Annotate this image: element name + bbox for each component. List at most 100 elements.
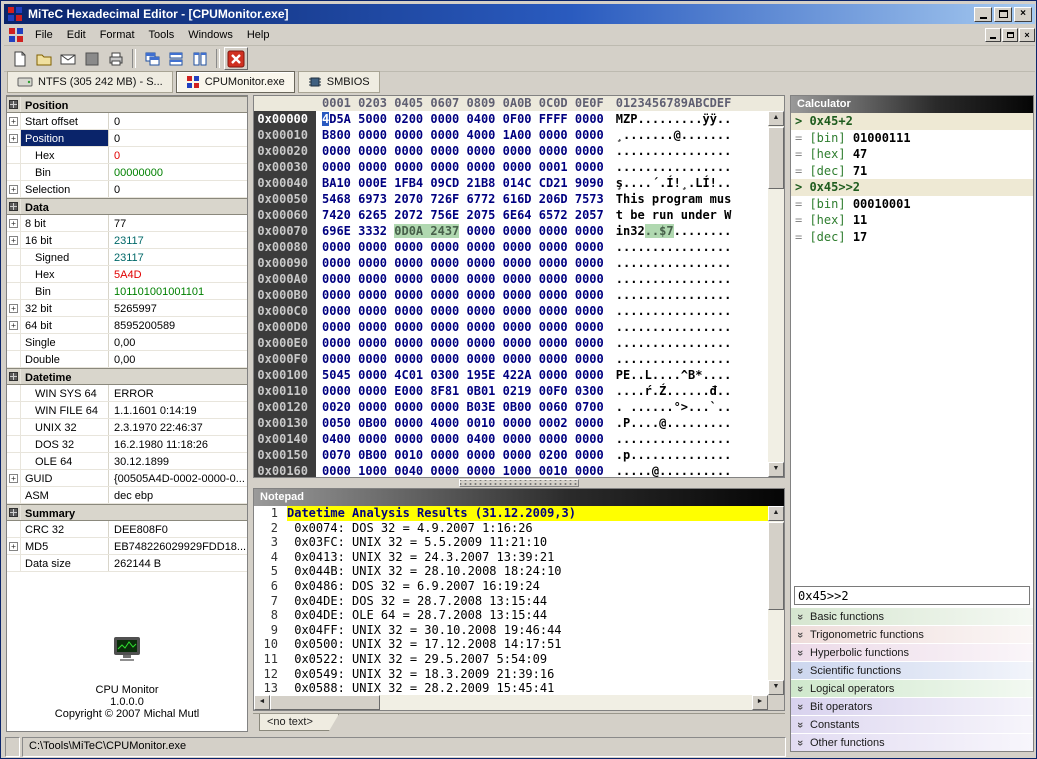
property-section-data[interactable]: Data [7, 198, 247, 215]
hex-ascii[interactable]: ................ [616, 431, 732, 447]
expander-icon[interactable]: + [7, 470, 21, 486]
hex-vscrollbar[interactable]: ▲ ▼ [768, 111, 784, 477]
property-row-16-bit[interactable]: +16 bit23117 [7, 232, 247, 249]
hex-row-0x00070[interactable]: 0x00070696E 3332 0D0A 2437 0000 0000 000… [254, 223, 784, 239]
menu-help[interactable]: Help [240, 27, 277, 43]
hex-row-0x00160[interactable]: 0x001600000 1000 0040 0000 0000 1000 001… [254, 463, 784, 478]
property-row-hex[interactable]: Hex0 [7, 147, 247, 164]
notepad-line-12[interactable]: 12 0x0549: UNIX 32 = 18.3.2009 21:39:16 [254, 667, 768, 682]
tile-vertical-button[interactable] [188, 47, 212, 70]
notepad-line-4[interactable]: 4 0x0413: UNIX 32 = 24.3.2007 13:39:21 [254, 550, 768, 565]
calc-category-scientific-functions[interactable]: »Scientific functions [791, 661, 1033, 679]
hex-ascii[interactable]: ş....´.Í!¸.LÍ!.. [616, 175, 732, 191]
property-row-win-file-64[interactable]: WIN FILE 641.1.1601 0:14:19 [7, 402, 247, 419]
title-bar[interactable]: MiTeC Hexadecimal Editor - [CPUMonitor.e… [4, 4, 1035, 24]
calc-category-hyperbolic-functions[interactable]: »Hyperbolic functions [791, 643, 1033, 661]
close-file-button[interactable] [224, 47, 248, 70]
mail-button[interactable] [56, 47, 80, 70]
hex-row-0x00130[interactable]: 0x001300050 0B00 0000 4000 0010 0000 000… [254, 415, 784, 431]
hex-row-0x00150[interactable]: 0x001500070 0B00 0010 0000 0000 0000 020… [254, 447, 784, 463]
new-file-button[interactable] [8, 47, 32, 70]
hex-bytes[interactable]: 5045 0000 4C01 0300 195E 422A 0000 0000 [316, 367, 604, 383]
hex-ascii[interactable]: t be run under W [616, 207, 732, 223]
tile-horizontal-button[interactable] [164, 47, 188, 70]
property-row-8-bit[interactable]: +8 bit77 [7, 215, 247, 232]
hex-bytes[interactable]: 5468 6973 2070 726F 6772 616D 206D 7573 [316, 191, 604, 207]
notepad-line-6[interactable]: 6 0x0486: DOS 32 = 6.9.2007 16:19:24 [254, 579, 768, 594]
calc-category-other-functions[interactable]: »Other functions [791, 733, 1033, 751]
property-row-guid[interactable]: +GUID{00505A4D-0002-0000-0... [7, 470, 247, 487]
expander-icon[interactable]: + [7, 300, 21, 316]
expander-icon[interactable]: + [7, 181, 21, 197]
hex-bytes[interactable]: 0000 0000 0000 0000 0000 0000 0000 0000 [316, 303, 604, 319]
calc-query[interactable]: > 0x45>>2 [791, 179, 1033, 196]
hex-row-0x00100[interactable]: 0x001005045 0000 4C01 0300 195E 422A 000… [254, 367, 784, 383]
hex-row-0x00030[interactable]: 0x000300000 0000 0000 0000 0000 0000 000… [254, 159, 784, 175]
hex-ascii[interactable]: MZP.........ÿÿ.. [616, 111, 732, 127]
property-row-signed[interactable]: Signed23117 [7, 249, 247, 266]
property-row-md5[interactable]: +MD5EB748226029929FDD18... [7, 538, 247, 555]
notepad-hscrollbar[interactable]: ◄ ► [254, 695, 768, 710]
hex-row-0x00110[interactable]: 0x001100000 0000 E000 8F81 0B01 0219 00F… [254, 383, 784, 399]
scroll-down-icon[interactable]: ▼ [768, 462, 784, 477]
property-row-crc-32[interactable]: CRC 32DEE808F0 [7, 521, 247, 538]
calc-result[interactable]: = [hex] 11 [791, 212, 1033, 229]
open-file-button[interactable] [32, 47, 56, 70]
property-row-single[interactable]: Single0,00 [7, 334, 247, 351]
hex-ascii[interactable]: This program mus [616, 191, 732, 207]
hex-row-0x00020[interactable]: 0x000200000 0000 0000 0000 0000 0000 000… [254, 143, 784, 159]
expander-icon[interactable]: + [7, 232, 21, 248]
scroll-up-icon[interactable]: ▲ [768, 506, 784, 521]
expander-icon[interactable]: + [7, 130, 21, 146]
calc-result[interactable]: = [hex] 47 [791, 146, 1033, 163]
hex-row-0x00080[interactable]: 0x000800000 0000 0000 0000 0000 0000 000… [254, 239, 784, 255]
notepad-line-11[interactable]: 11 0x0522: UNIX 32 = 29.5.2007 5:54:09 [254, 652, 768, 667]
property-row-bin[interactable]: Bin00000000 [7, 164, 247, 181]
property-row-selection[interactable]: +Selection0 [7, 181, 247, 198]
property-row-unix-32[interactable]: UNIX 322.3.1970 22:46:37 [7, 419, 247, 436]
hex-bytes[interactable]: 0000 0000 0000 0000 0000 0000 0000 0000 [316, 255, 604, 271]
tab-ntfs[interactable]: NTFS (305 242 MB) - S... [7, 71, 173, 93]
hex-bytes[interactable]: 7420 6265 2072 756E 2075 6E64 6572 2057 [316, 207, 604, 223]
hex-bytes[interactable]: 0000 0000 0000 0000 0000 0000 0000 0000 [316, 271, 604, 287]
property-row-start-offset[interactable]: +Start offset0 [7, 113, 247, 130]
hex-row-0x00050[interactable]: 0x000505468 6973 2070 726F 6772 616D 206… [254, 191, 784, 207]
scroll-thumb[interactable] [768, 522, 784, 610]
notepad-line-9[interactable]: 9 0x04FF: UNIX 32 = 30.10.2008 19:46:44 [254, 623, 768, 638]
hex-ascii[interactable]: ................ [616, 159, 732, 175]
hex-bytes[interactable]: 696E 3332 0D0A 2437 0000 0000 0000 0000 [316, 223, 604, 239]
print-button[interactable] [104, 47, 128, 70]
notepad-line-8[interactable]: 8 0x04DE: OLE 64 = 28.7.2008 13:15:44 [254, 608, 768, 623]
hex-row-0x000B0[interactable]: 0x000B00000 0000 0000 0000 0000 0000 000… [254, 287, 784, 303]
hex-ascii[interactable]: ................ [616, 319, 732, 335]
hex-ascii[interactable]: .....@.......... [616, 463, 732, 478]
hex-row-0x00000[interactable]: 0x000004D5A 5000 0200 0000 0400 0F00 FFF… [254, 111, 784, 127]
menu-file[interactable]: File [28, 27, 60, 43]
tab-cpumonitor[interactable]: CPUMonitor.exe [176, 71, 295, 93]
expander-icon[interactable]: + [7, 538, 21, 554]
property-section-position[interactable]: Position [7, 96, 247, 113]
scroll-left-icon[interactable]: ◄ [254, 695, 270, 710]
hex-row-0x000C0[interactable]: 0x000C00000 0000 0000 0000 0000 0000 000… [254, 303, 784, 319]
hex-ascii[interactable]: ................ [616, 271, 732, 287]
tab-smbios[interactable]: SMBIOS [298, 71, 380, 93]
property-row-asm[interactable]: ASMdec ebp [7, 487, 247, 504]
hex-bytes[interactable]: 0020 0000 0000 0000 B03E 0B00 0060 0700 [316, 399, 604, 415]
splitter-handle[interactable] [459, 479, 579, 487]
hex-ascii[interactable]: ................ [616, 239, 732, 255]
hex-row-0x00140[interactable]: 0x001400400 0000 0000 0000 0400 0000 000… [254, 431, 784, 447]
hex-row-0x000F0[interactable]: 0x000F00000 0000 0000 0000 0000 0000 000… [254, 351, 784, 367]
close-button[interactable]: × [1014, 7, 1032, 22]
scroll-thumb[interactable] [270, 695, 380, 710]
mdi-close-button[interactable]: × [1019, 28, 1035, 42]
menu-edit[interactable]: Edit [60, 27, 93, 43]
property-row-hex[interactable]: Hex5A4D [7, 266, 247, 283]
property-section-datetime[interactable]: Datetime [7, 368, 247, 385]
property-section-summary[interactable]: Summary [7, 504, 247, 521]
scroll-up-icon[interactable]: ▲ [768, 111, 784, 126]
calc-result[interactable]: = [dec] 71 [791, 163, 1033, 180]
hex-bytes[interactable]: BA10 000E 1FB4 09CD 21B8 014C CD21 9090 [316, 175, 604, 191]
hex-ascii[interactable]: ................ [616, 287, 732, 303]
property-row-bin[interactable]: Bin101101001001101 [7, 283, 247, 300]
hex-row-0x000A0[interactable]: 0x000A00000 0000 0000 0000 0000 0000 000… [254, 271, 784, 287]
